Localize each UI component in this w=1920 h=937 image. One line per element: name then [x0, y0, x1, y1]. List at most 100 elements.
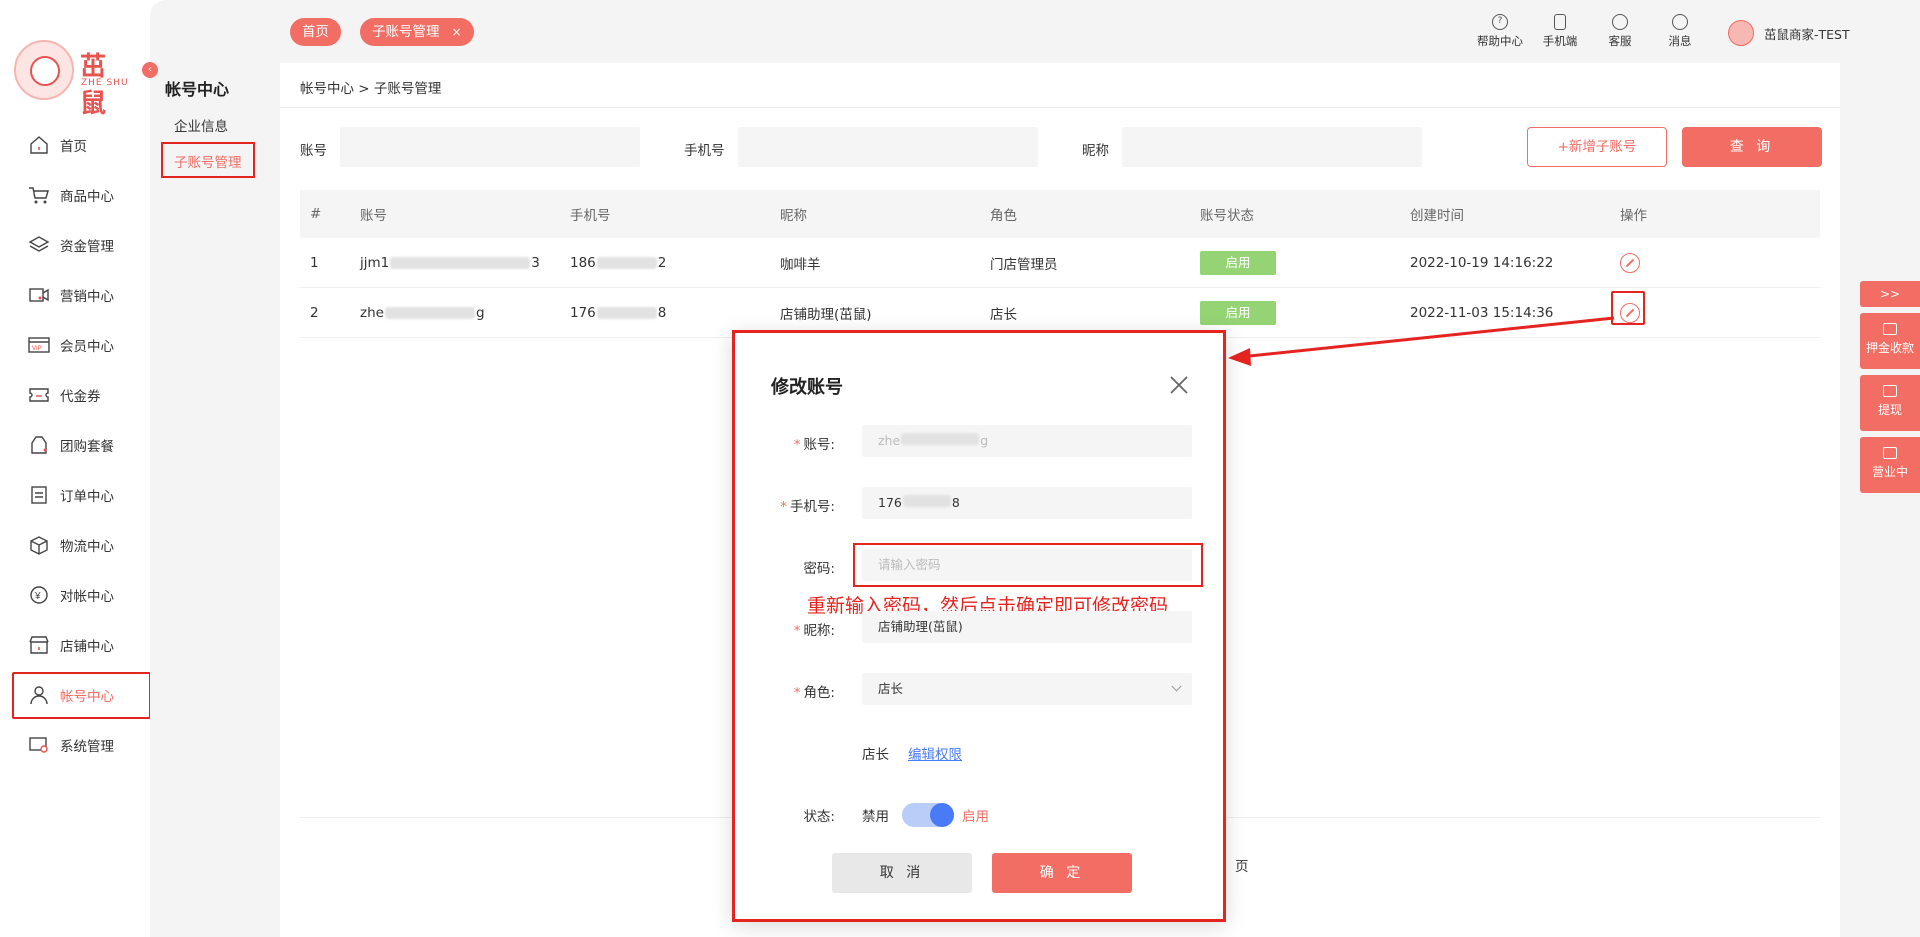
user-icon: [28, 685, 50, 705]
actions-cell: [1620, 238, 1640, 287]
service-button[interactable]: 客服: [1590, 14, 1650, 49]
store-icon: [28, 635, 50, 655]
bag-icon: [28, 435, 50, 455]
close-icon[interactable]: [1167, 373, 1191, 397]
nav-item-stores[interactable]: 店铺中心: [0, 620, 150, 670]
tab-subaccounts[interactable]: 子账号管理 ×: [360, 18, 474, 46]
mobile-button[interactable]: 手机端: [1530, 14, 1590, 49]
nav-label: 营销中心: [60, 289, 114, 305]
phone-filter-input[interactable]: [738, 127, 1038, 167]
messages-button[interactable]: 消息: [1650, 14, 1710, 49]
coupon-icon: [28, 385, 50, 405]
row-number: 1: [310, 254, 319, 271]
collapse-sidebar-button[interactable]: ‹: [142, 62, 158, 78]
phone-icon: [1554, 14, 1566, 30]
add-subaccount-button[interactable]: +新增子账号: [1527, 127, 1667, 167]
nickname-filter-input[interactable]: [1122, 127, 1422, 167]
account-filter-input[interactable]: [340, 127, 640, 167]
phone-end: 2: [657, 254, 667, 271]
edit-icon[interactable]: [1620, 252, 1640, 273]
nickname-field[interactable]: 店铺助理(茁鼠): [862, 611, 1192, 643]
label-text: 手机号:: [789, 499, 835, 515]
cancel-button[interactable]: 取 消: [832, 853, 972, 893]
logo-mascot-icon: [14, 40, 74, 100]
nav-item-system[interactable]: 系统管理: [0, 720, 150, 770]
password-label: 密码:: [803, 561, 835, 577]
layers-icon: [28, 235, 50, 255]
nav-label: 代金券: [60, 389, 101, 405]
divider: [280, 107, 1840, 108]
nav-label: 首页: [60, 139, 87, 155]
tool-label: 帮助中心: [1477, 34, 1523, 48]
nav-item-groupbuy[interactable]: 团购套餐: [0, 420, 150, 470]
account-cell: zhe g: [360, 288, 485, 337]
nav-item-account[interactable]: 帐号中心: [0, 670, 151, 720]
store-open-icon: [1883, 447, 1897, 459]
nav-item-coupons[interactable]: 代金券: [0, 370, 150, 420]
account-cell: jjm1 3: [360, 238, 540, 287]
phone-field[interactable]: 176 8: [862, 487, 1192, 519]
nav-item-reconcile[interactable]: ¥ 对帐中心: [0, 570, 150, 620]
chevron-down-icon: [1171, 681, 1182, 692]
main-sidebar: 茁鼠 ZHE SHU 首页 商品中心 资金管理 营销中心 VIP 会员中心 代金券…: [0, 0, 151, 937]
nav-label: 商品中心: [60, 189, 114, 205]
row-number: 2: [310, 304, 319, 321]
nav-label: 会员中心: [60, 339, 114, 355]
role-value: 店长: [878, 681, 904, 696]
top-bar: 首页 子账号管理 × ? 帮助中心 手机端 客服 消息 茁鼠商家-TEST: [280, 0, 1920, 63]
label-text: 昵称:: [803, 623, 835, 639]
pagination-text: 页: [1235, 859, 1249, 875]
col-header: 创建时间: [1410, 208, 1464, 224]
nav-item-marketing[interactable]: 营销中心: [0, 270, 150, 320]
role-select[interactable]: 店长: [862, 673, 1192, 705]
account-start: zhe: [878, 433, 901, 448]
confirm-button[interactable]: 确 定: [992, 853, 1132, 893]
table-header: # 账号 手机号 昵称 角色 账号状态 创建时间 操作: [300, 190, 1820, 238]
nav-item-finance[interactable]: 资金管理: [0, 220, 150, 270]
phone-start: 176: [570, 304, 596, 321]
user-name: 茁鼠商家-TEST: [1764, 26, 1850, 42]
edit-permissions-link[interactable]: 编辑权限: [908, 743, 962, 763]
nav-label: 系统管理: [60, 739, 114, 755]
main-nav: 首页 商品中心 资金管理 营销中心 VIP 会员中心 代金券 团购套餐 订单中心 …: [0, 120, 151, 770]
box-icon: [28, 535, 50, 555]
open-float-button[interactable]: 营业中: [1860, 437, 1920, 493]
card-icon: [1883, 323, 1897, 335]
tab-label: 子账号管理: [372, 24, 440, 40]
toggle-knob: [930, 803, 954, 827]
col-header: 账号状态: [1200, 208, 1254, 224]
nav-label: 对帐中心: [60, 589, 114, 605]
nav-item-members[interactable]: VIP 会员中心: [0, 320, 150, 370]
status-on-label: 启用: [962, 809, 989, 825]
brand-logo: 茁鼠 ZHE SHU: [14, 40, 132, 119]
nav-item-products[interactable]: 商品中心: [0, 170, 150, 220]
nickname-label: * 昵称:: [793, 623, 835, 639]
withdraw-float-button[interactable]: 提现: [1860, 375, 1920, 431]
col-header: 昵称: [780, 208, 807, 224]
status-toggle[interactable]: [902, 803, 954, 827]
user-menu[interactable]: 茁鼠商家-TEST: [1728, 20, 1850, 46]
nav-item-logistics[interactable]: 物流中心: [0, 520, 150, 570]
col-header: 角色: [990, 208, 1017, 224]
logo-subtext: ZHE SHU: [81, 78, 129, 88]
help-center-button[interactable]: ? 帮助中心: [1470, 14, 1530, 49]
avatar: [1728, 20, 1754, 46]
annotation-highlight: [853, 543, 1203, 587]
phone-cell: 186 2: [570, 238, 666, 287]
nav-item-home[interactable]: 首页: [0, 120, 150, 170]
expand-float-button[interactable]: >>: [1860, 281, 1920, 307]
deposit-float-button[interactable]: 押金收款: [1860, 313, 1920, 369]
headset-icon: [1612, 14, 1628, 30]
phone-cell: 176 8: [570, 288, 666, 337]
query-button[interactable]: 查 询: [1682, 127, 1822, 167]
settings-icon: [28, 735, 50, 755]
close-icon[interactable]: ×: [452, 25, 462, 39]
sub-item-company-info[interactable]: 企业信息: [174, 115, 228, 135]
redacted-blur: [902, 495, 951, 507]
sub-item-subaccounts[interactable]: 子账号管理: [174, 151, 242, 171]
tab-home[interactable]: 首页: [290, 18, 341, 46]
nav-item-orders[interactable]: 订单中心: [0, 470, 150, 520]
phone-filter-label: 手机号: [684, 143, 725, 159]
edit-account-modal: 修改账号 * 账号: zhe g * 手机号: 176 8 密码: 请输入密码 重新输入…: [732, 330, 1226, 922]
account-end: 3: [531, 254, 540, 271]
